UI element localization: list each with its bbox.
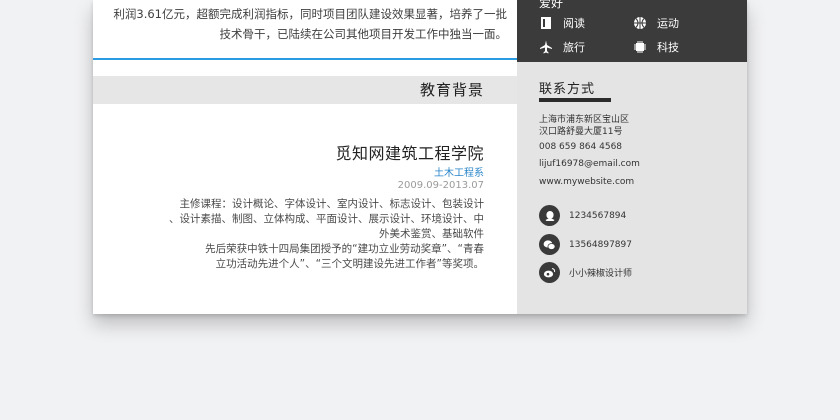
hobby-travel: 旅行 xyxy=(539,39,585,55)
education-dates: 2009.09-2013.07 xyxy=(397,180,484,191)
accent-divider xyxy=(93,58,517,60)
qq-contact: 1234567894 xyxy=(539,205,626,226)
wechat-contact: 13564897897 xyxy=(539,234,632,255)
wechat-number: 13564897897 xyxy=(569,239,632,250)
description-line: 、设计素描、制图、立体构成、平面设计、展示设计、环境设计、中 xyxy=(169,213,484,225)
contact-title: 联系方式 xyxy=(539,82,596,97)
section-title: 教育背景 xyxy=(419,81,484,99)
hobby-label: 旅行 xyxy=(563,41,585,54)
hobbies-title: 爱好 xyxy=(539,0,564,10)
description-line: 主修课程：设计概论、字体设计、室内设计、标志设计、包装设计 xyxy=(179,198,485,210)
weibo-icon xyxy=(539,262,560,283)
education-description: 主修课程：设计概论、字体设计、室内设计、标志设计、包装设计 、设计素描、制图、立… xyxy=(164,197,484,272)
phone-number: 008 659 864 4568 xyxy=(539,142,623,152)
weibo-name: 小小辣椒设计师 xyxy=(569,269,633,279)
experience-line: 利润3.61亿元，超额完成利润指标，同时项目团队建设效果显著，培养了一批 xyxy=(113,7,507,21)
qq-number: 1234567894 xyxy=(569,210,627,221)
resume-page: 利润3.61亿元，超额完成利润指标，同时项目团队建设效果显著，培养了一批 技术骨… xyxy=(93,0,747,314)
email-address[interactable]: lijuf16978@email.com xyxy=(539,159,640,169)
hobby-tech: 科技 xyxy=(633,39,679,55)
main-column: 利润3.61亿元，超额完成利润指标，同时项目团队建设效果显著，培养了一批 技术骨… xyxy=(93,0,517,314)
hobby-label: 阅读 xyxy=(563,17,585,30)
experience-line: 技术骨干，已陆续在公司其他项目开发工作中独当一面。 xyxy=(219,27,508,41)
weibo-contact: 小小辣椒设计师 xyxy=(539,262,632,283)
description-line: 先后荣获中铁十四局集团授予的“建功立业劳动奖章”、“青春 xyxy=(205,243,484,255)
education-section-header: 教育背景 xyxy=(93,76,517,104)
contact-underline xyxy=(539,98,611,102)
school-name: 觅知网建筑工程学院 xyxy=(335,144,484,163)
sidebar-dark-block: 爱好 阅读 运动 旅行 科技 xyxy=(517,0,747,62)
wechat-icon xyxy=(539,234,560,255)
airplane-icon xyxy=(539,40,553,54)
description-line: 外美术鉴赏、基础软件 xyxy=(379,228,484,240)
qq-icon xyxy=(539,205,560,226)
hobby-reading: 阅读 xyxy=(539,15,585,31)
basketball-icon xyxy=(633,16,647,30)
website-link[interactable]: www.mywebsite.com xyxy=(539,177,634,187)
hobby-label: 科技 xyxy=(657,41,679,54)
major: 土木工程系 xyxy=(434,168,484,179)
address-line: 汉口路舒曼大厦11号 xyxy=(539,127,623,137)
sidebar: 爱好 阅读 运动 旅行 科技 联系方式 上海市浦东新区宝山区 汉口路舒曼大厦11… xyxy=(517,0,747,314)
hobby-label: 运动 xyxy=(657,17,679,30)
chip-icon xyxy=(633,40,647,54)
book-icon xyxy=(539,16,553,30)
description-line: 立功活动先进个人”、“三个文明建设先进工作者”等奖项。 xyxy=(215,258,484,270)
hobby-sports: 运动 xyxy=(633,15,679,31)
